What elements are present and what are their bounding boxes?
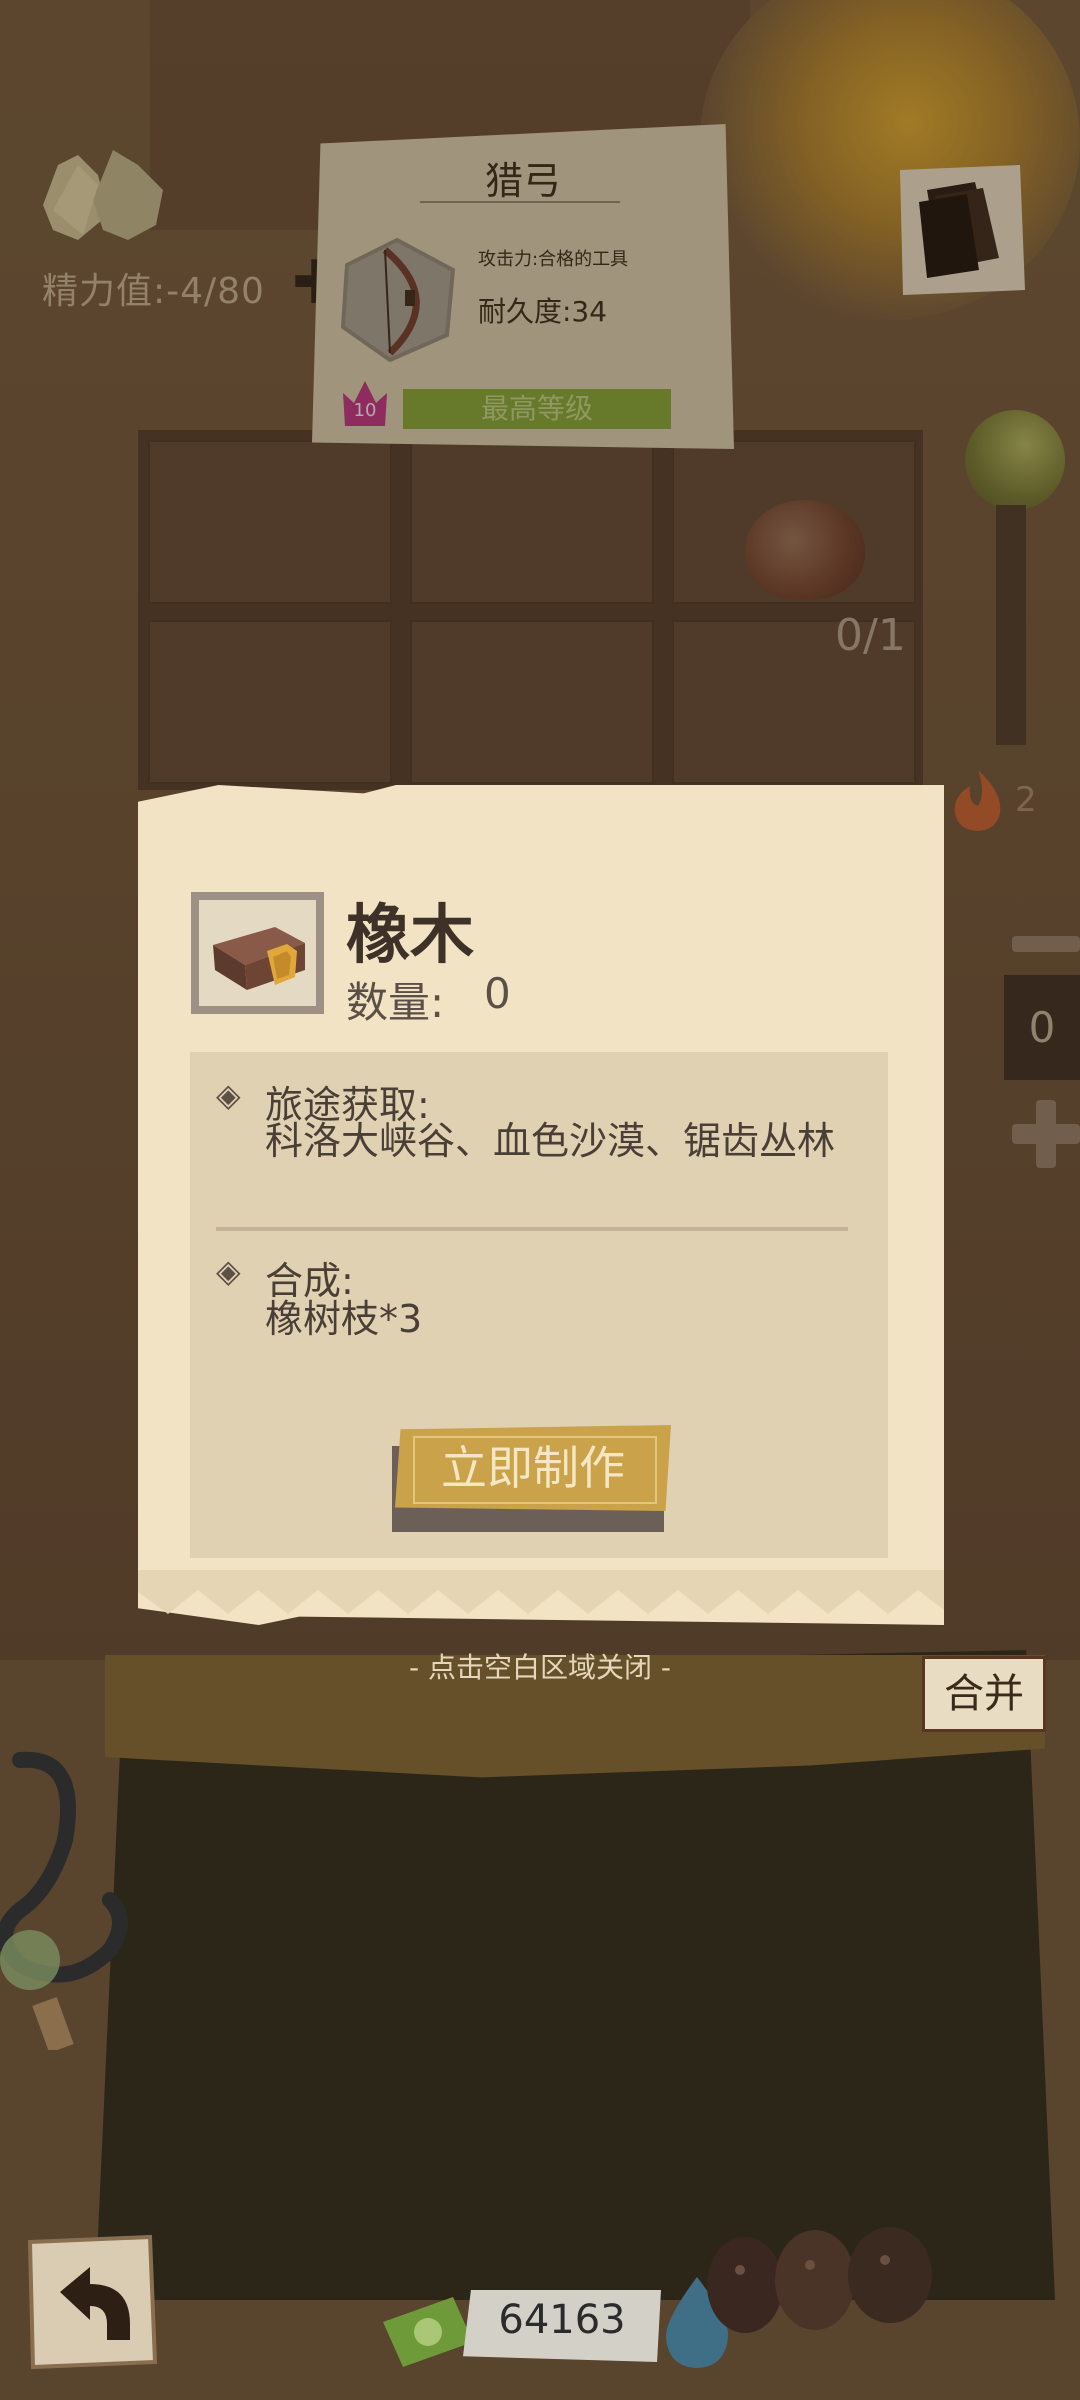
panel-torn-edge: [138, 1570, 944, 1614]
source-text: 科洛大峡谷、血色沙漠、锯齿丛林: [265, 1119, 836, 1163]
material-quantity-value: 0: [484, 969, 511, 1018]
log-icon: [213, 927, 305, 990]
mushroom-creatures-icon: [707, 2227, 932, 2333]
material-quantity-label: 数量:: [346, 978, 445, 1027]
craft-now-button[interactable]: 立即制作: [395, 1425, 671, 1511]
back-arrow-icon[interactable]: [25, 2232, 160, 2372]
close-hint: - 点击空白区域关闭 -: [408, 1651, 671, 1684]
material-name: 橡木: [346, 899, 474, 973]
hook-icon: [0, 1751, 128, 2050]
merge-button[interactable]: 合并: [922, 1656, 1046, 1732]
craft-recipe: 橡树枝*3: [265, 1297, 423, 1341]
money-amount: 64163: [498, 2297, 626, 2343]
info-divider: [216, 1227, 848, 1231]
diamond-bullet-icon: ◈: [216, 1076, 241, 1114]
diamond-bullet-icon: ◈: [216, 1252, 241, 1290]
